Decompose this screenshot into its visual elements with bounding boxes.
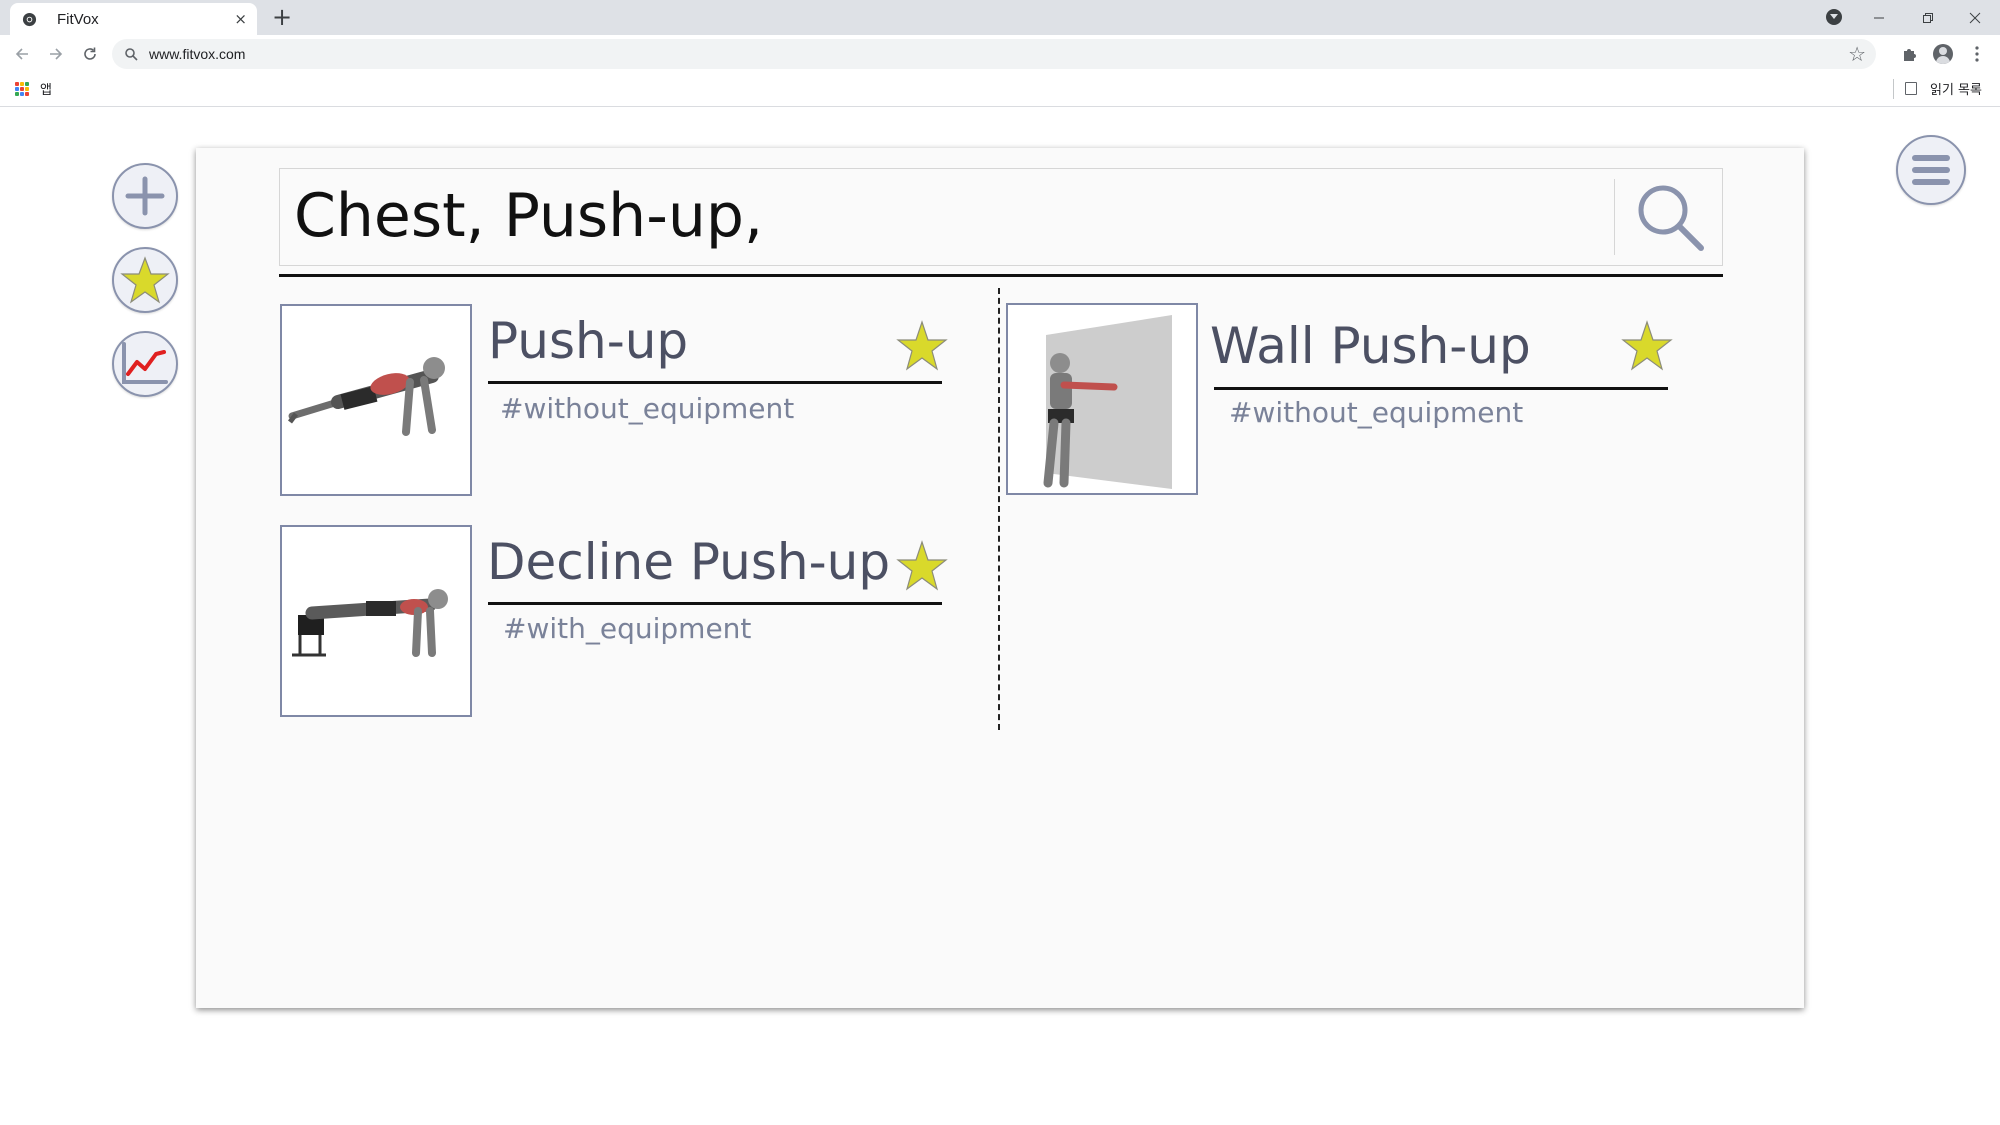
decline-pushup-figure-image	[292, 589, 448, 657]
profile-avatar[interactable]	[1933, 44, 1953, 64]
pushup-figure-image	[288, 357, 445, 436]
search-divider	[1614, 179, 1615, 255]
magnifier-icon	[1638, 185, 1704, 251]
restore-button[interactable]	[1905, 0, 1951, 35]
chart-line-icon	[122, 342, 168, 384]
new-tab-button[interactable]: +	[272, 3, 292, 31]
browser-toolbar: www.fitvox.com ☆	[0, 35, 2000, 73]
url-text: www.fitvox.com	[149, 46, 246, 62]
result-title[interactable]: Push-up	[488, 312, 688, 370]
favorites-button[interactable]	[112, 247, 178, 313]
wall-pushup-figure[interactable]	[1006, 303, 1198, 495]
favorite-star-icon[interactable]	[1621, 320, 1673, 372]
browser-tab-strip: FitVox × +	[0, 0, 2000, 35]
search-underline	[279, 274, 1723, 277]
minimize-icon	[1874, 17, 1884, 18]
result-underline	[488, 602, 942, 605]
close-icon	[1969, 12, 1981, 23]
stats-button[interactable]	[112, 331, 178, 397]
address-bar[interactable]: www.fitvox.com ☆	[112, 39, 1876, 69]
back-button[interactable]	[9, 41, 35, 67]
reload-button[interactable]	[77, 41, 103, 67]
minimize-button[interactable]	[1856, 0, 1902, 35]
search-bar[interactable]: Chest, Push-up,	[279, 168, 1723, 266]
result-title[interactable]: Decline Push-up	[487, 533, 890, 591]
bookmark-star-icon[interactable]: ☆	[1848, 42, 1866, 66]
add-button[interactable]	[112, 163, 178, 229]
extensions-icon[interactable]	[1899, 43, 1921, 65]
star-icon	[120, 256, 170, 304]
favorite-star-icon[interactable]	[896, 320, 948, 372]
search-input[interactable]: Chest, Push-up,	[294, 181, 763, 251]
column-divider	[998, 288, 1000, 730]
result-title[interactable]: Wall Push-up	[1210, 317, 1531, 375]
result-tag[interactable]: #without_equipment	[1229, 396, 1523, 429]
result-underline	[488, 381, 942, 384]
browser-tab[interactable]: FitVox ×	[10, 3, 257, 35]
reading-list-icon[interactable]	[1905, 82, 1917, 95]
reload-icon	[84, 47, 96, 60]
menu-button[interactable]	[1896, 135, 1966, 205]
pushup-figure[interactable]	[280, 304, 472, 496]
plus-icon	[125, 176, 165, 216]
result-tag[interactable]: #with_equipment	[503, 612, 751, 645]
kebab-menu-icon[interactable]	[1966, 43, 1988, 65]
wall-pushup-figure-image	[1043, 315, 1172, 489]
tab-title: FitVox	[57, 11, 99, 28]
reading-list-button[interactable]: 읽기 목록	[1930, 79, 1982, 98]
search-button[interactable]	[1632, 179, 1708, 255]
tab-close-icon[interactable]: ×	[234, 10, 247, 28]
chrome-favicon-icon	[22, 12, 37, 27]
bookmarks-divider	[1893, 79, 1894, 99]
search-results-card: Chest, Push-up, Push-up #without_equipme…	[196, 148, 1804, 1008]
favorite-star-icon[interactable]	[896, 540, 948, 592]
tab-search-icon[interactable]	[1826, 9, 1842, 25]
decline-pushup-figure[interactable]	[280, 525, 472, 717]
arrow-right-icon	[50, 48, 63, 60]
hamburger-icon	[1912, 155, 1950, 185]
search-icon	[125, 48, 138, 61]
close-window-button[interactable]	[1952, 0, 1998, 35]
apps-shortcut[interactable]: 앱	[40, 79, 52, 98]
result-tag[interactable]: #without_equipment	[500, 392, 794, 425]
bookmarks-bar: 앱 읽기 목록	[0, 73, 2000, 107]
apps-grid-icon[interactable]	[15, 82, 29, 96]
restore-icon	[1923, 12, 1933, 23]
page-viewport: Chest, Push-up, Push-up #without_equipme…	[0, 107, 2000, 1125]
forward-button[interactable]	[43, 41, 69, 67]
result-underline	[1214, 387, 1668, 390]
arrow-left-icon	[15, 48, 28, 60]
